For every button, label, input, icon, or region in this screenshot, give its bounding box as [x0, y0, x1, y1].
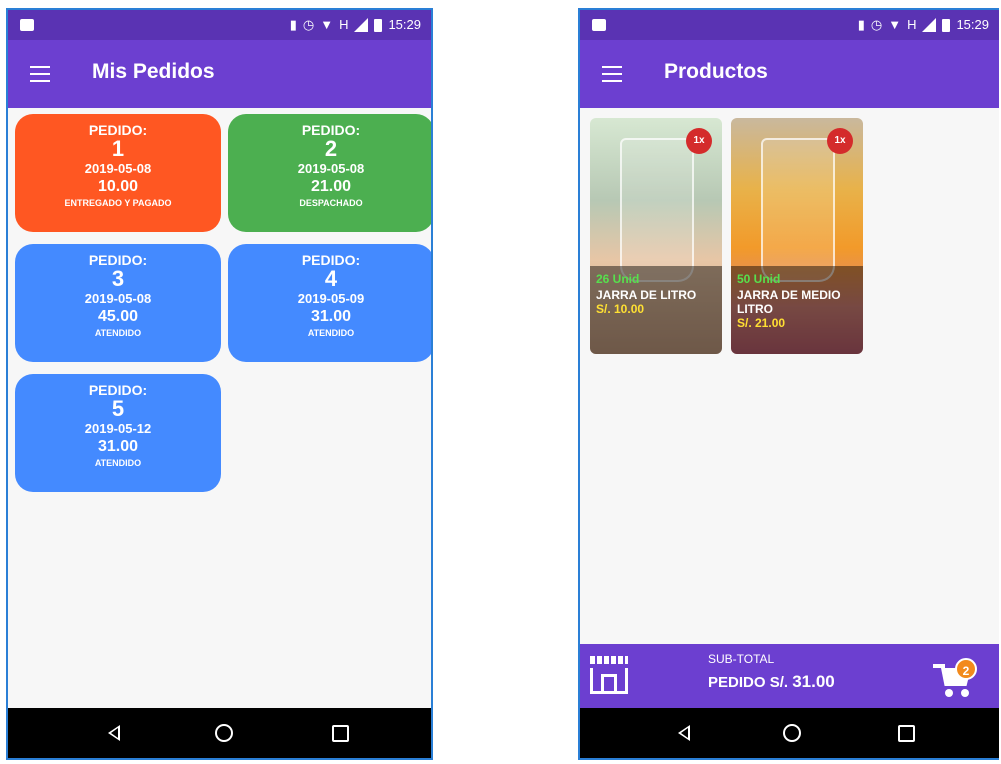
products-grid: 1x 26 Unid JARRA DE LITRO S/. 10.00 1x 5… — [580, 108, 999, 708]
product-card[interactable]: 1x 50 Unid JARRA DE MEDIO LITRO S/. 21.0… — [731, 118, 863, 354]
order-number: 5 — [111, 396, 125, 421]
product-stock: 50 Unid — [737, 272, 781, 286]
order-amount: 10.00 — [97, 178, 139, 195]
order-summary-bar: SUB-TOTAL PEDIDO S/. 31.00 2 — [580, 644, 999, 708]
page-title: Mis Pedidos — [92, 60, 215, 83]
order-amount: 31.00 — [310, 308, 352, 325]
product-card[interactable]: 1x 26 Unid JARRA DE LITRO S/. 10.00 — [590, 118, 722, 354]
battery-icon — [374, 18, 383, 32]
subtotal-amount: 31.00 — [792, 672, 835, 691]
app-bar: Mis Pedidos — [8, 40, 431, 108]
order-card[interactable]: PEDIDO: 5 2019-05-12 31.00 ATENDIDO — [15, 374, 221, 492]
order-status: ENTREGADO Y PAGADO — [64, 198, 172, 208]
menu-icon[interactable] — [602, 66, 622, 82]
back-icon — [108, 725, 120, 741]
product-info: 50 Unid JARRA DE MEDIO LITRO S/. 21.00 — [731, 266, 863, 354]
order-number: 4 — [324, 266, 338, 291]
cart-icon[interactable]: 2 — [933, 658, 977, 698]
home-icon — [783, 724, 801, 742]
order-status: ATENDIDO — [94, 458, 142, 468]
status-bar: ▮ ◷ ▼ H 15:29 — [580, 10, 999, 40]
home-button[interactable] — [762, 708, 822, 758]
order-date: 2019-05-09 — [297, 291, 365, 306]
status-icons: ▮ ◷ ▼ H 15:29 — [858, 17, 989, 33]
android-nav-bar — [8, 708, 431, 758]
cart-count-badge: 2 — [955, 658, 977, 680]
order-status: ATENDIDO — [307, 328, 355, 338]
network-type: H — [907, 17, 917, 32]
orders-grid: PEDIDO: 1 2019-05-08 10.00 ENTREGADO Y PAGAD… — [8, 108, 431, 708]
product-price: S/. 10.00 — [596, 302, 645, 316]
order-number: 3 — [111, 266, 125, 291]
status-bar: ▮ ◷ ▼ H 15:29 — [8, 10, 431, 40]
jar-image — [761, 138, 835, 282]
product-info: 26 Unid JARRA DE LITRO S/. 10.00 — [590, 266, 722, 354]
android-nav-bar — [580, 708, 999, 758]
status-icons: ▮ ◷ ▼ H 15:29 — [290, 17, 421, 33]
quantity-badge: 1x — [827, 128, 853, 154]
image-notification-icon — [592, 19, 606, 31]
wifi-icon: ▼ — [888, 17, 902, 32]
order-date: 2019-05-08 — [297, 161, 365, 176]
recents-button[interactable] — [876, 708, 936, 758]
product-name: JARRA DE MEDIO LITRO — [737, 288, 841, 316]
home-button[interactable] — [194, 708, 254, 758]
battery-icon — [942, 18, 951, 32]
products-phone-screen: ▮ ◷ ▼ H 15:29 Productos 1x 26 Unid JARRA… — [578, 8, 999, 760]
store-icon[interactable] — [590, 656, 628, 696]
back-button[interactable] — [84, 708, 144, 758]
wifi-icon: ▼ — [320, 17, 334, 32]
signal-icon — [354, 18, 369, 32]
subtotal-currency: S/. — [769, 674, 789, 691]
order-card[interactable]: PEDIDO: 4 2019-05-09 31.00 ATENDIDO — [228, 244, 431, 362]
order-number: 1 — [111, 136, 125, 161]
order-status: DESPACHADO — [299, 198, 363, 208]
order-amount: 45.00 — [97, 308, 139, 325]
order-date: 2019-05-12 — [84, 421, 152, 436]
subtotal-prefix: PEDIDO — [708, 674, 766, 691]
alarm-icon: ◷ — [870, 17, 883, 32]
menu-icon[interactable] — [30, 66, 50, 82]
page-title: Productos — [664, 60, 768, 83]
back-button[interactable] — [654, 708, 714, 758]
subtotal-label: SUB-TOTAL — [708, 652, 775, 666]
order-status: ATENDIDO — [94, 328, 142, 338]
back-icon — [678, 725, 690, 741]
order-card[interactable]: PEDIDO: 2 2019-05-08 21.00 DESPACHADO — [228, 114, 431, 232]
recents-icon — [331, 724, 349, 742]
status-time: 15:29 — [956, 17, 989, 32]
order-card[interactable]: PEDIDO: 1 2019-05-08 10.00 ENTREGADO Y PAGAD… — [15, 114, 221, 232]
image-notification-icon — [20, 19, 34, 31]
product-name: JARRA DE LITRO — [596, 288, 697, 302]
app-bar: Productos — [580, 40, 999, 108]
order-date: 2019-05-08 — [84, 291, 152, 306]
order-date: 2019-05-08 — [84, 161, 152, 176]
quantity-badge: 1x — [686, 128, 712, 154]
signal-icon — [922, 18, 937, 32]
status-time: 15:29 — [388, 17, 421, 32]
vibrate-icon: ▮ — [857, 17, 865, 32]
order-amount: 31.00 — [97, 438, 139, 455]
product-stock: 26 Unid — [596, 272, 640, 286]
product-price: S/. 21.00 — [737, 316, 786, 330]
vibrate-icon: ▮ — [289, 17, 297, 32]
order-number: 2 — [324, 136, 338, 161]
orders-phone-screen: ▮ ◷ ▼ H 15:29 Mis Pedidos PEDIDO: 1 2019-0… — [6, 8, 433, 760]
order-card[interactable]: PEDIDO: 3 2019-05-08 45.00 ATENDIDO — [15, 244, 221, 362]
order-amount: 21.00 — [310, 178, 352, 195]
network-type: H — [339, 17, 349, 32]
recents-button[interactable] — [310, 708, 370, 758]
alarm-icon: ◷ — [302, 17, 315, 32]
home-icon — [215, 724, 233, 742]
jar-image — [620, 138, 694, 282]
recents-icon — [897, 724, 915, 742]
subtotal-value: PEDIDO S/. 31.00 — [708, 672, 835, 692]
